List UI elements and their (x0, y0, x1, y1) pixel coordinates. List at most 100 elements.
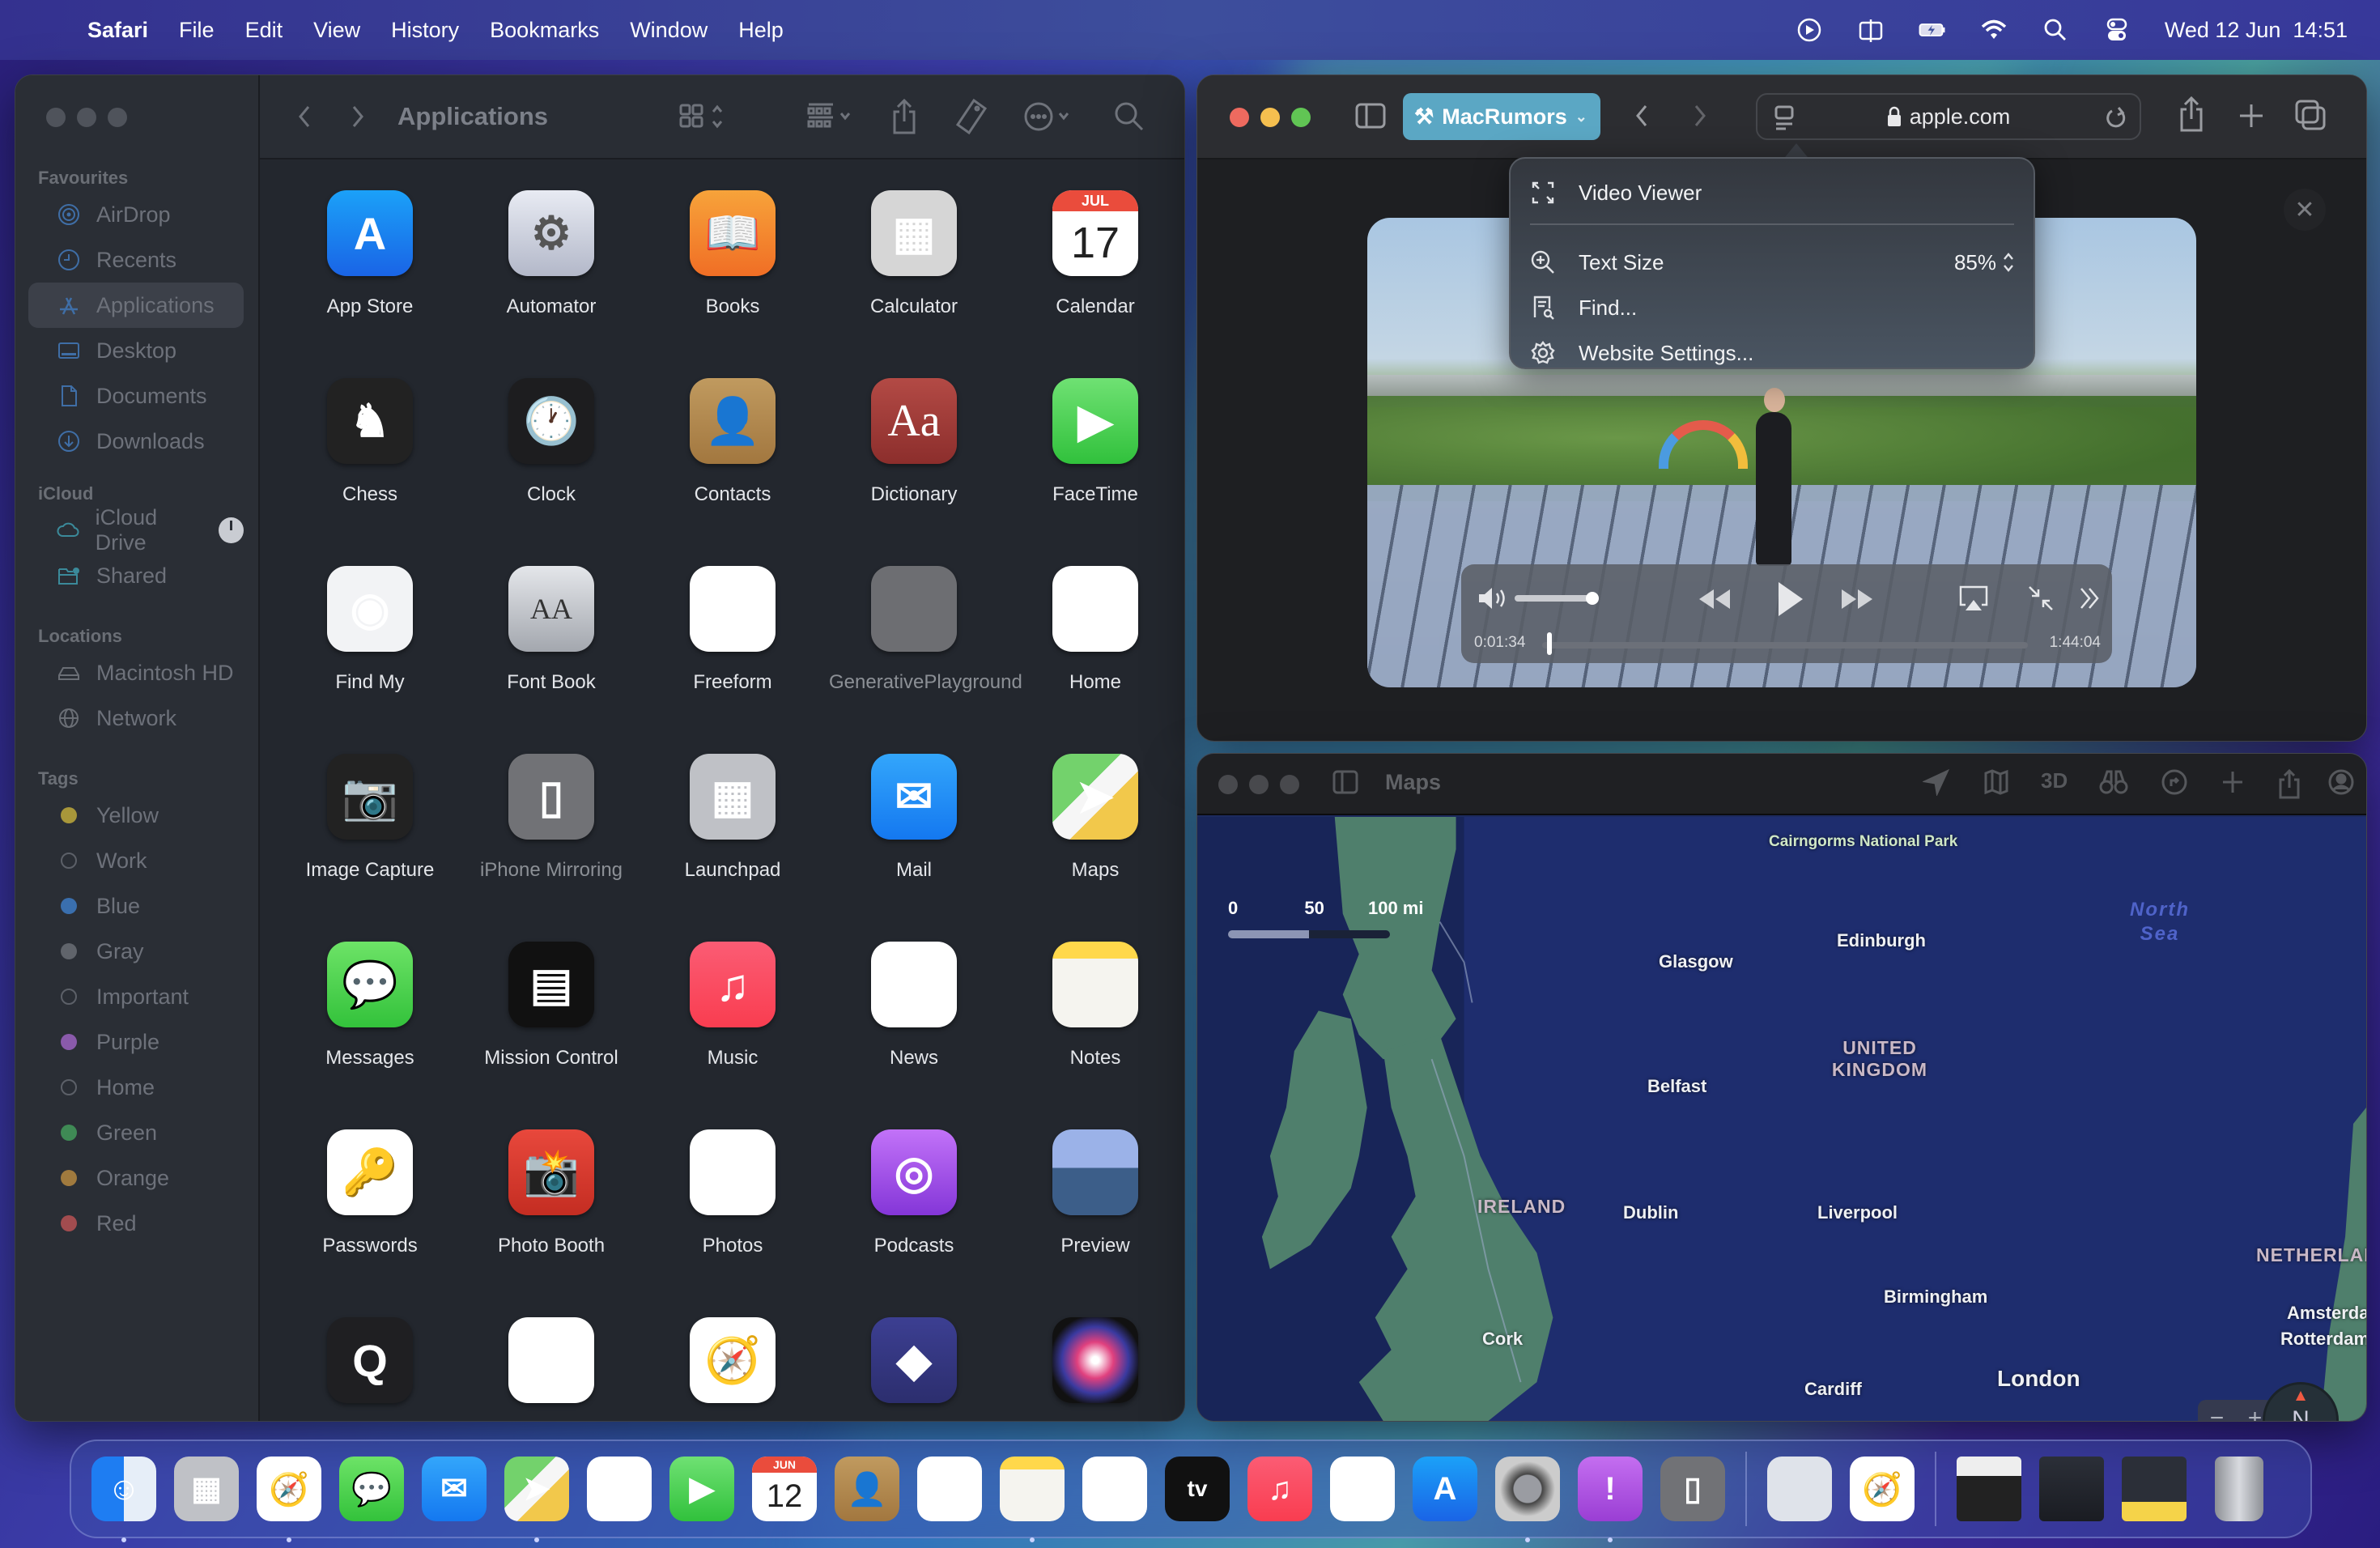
app-calendar[interactable]: JUL 17 Calendar (1005, 187, 1184, 375)
sidebar-item-recents[interactable]: Recents (28, 237, 244, 283)
back-button[interactable] (292, 100, 317, 133)
sidebar-toggle-button[interactable] (1332, 768, 1359, 796)
app-home[interactable]: ⌂ Home (1005, 563, 1184, 751)
dock-contacts[interactable]: 👤 (835, 1457, 899, 1521)
menu-help[interactable]: Help (738, 18, 784, 43)
account-button[interactable] (2327, 768, 2355, 796)
menu-view[interactable]: View (313, 18, 360, 43)
sidebar-tag-yellow[interactable]: Yellow (28, 793, 244, 838)
map-city-cork[interactable]: Cork (1482, 1329, 1523, 1350)
app-news[interactable]: N News (823, 938, 1005, 1126)
sidebar-tag-green[interactable]: Green (28, 1110, 244, 1155)
dock-stack-screenshots-2[interactable] (2039, 1457, 2104, 1521)
app-chess[interactable]: ♞ Chess (279, 375, 461, 563)
menu-history[interactable]: History (391, 18, 459, 43)
airplay-button[interactable] (1958, 584, 1989, 613)
minimize-button[interactable] (1260, 108, 1280, 127)
sidebar-toggle-button[interactable] (1354, 101, 1387, 130)
volume-button[interactable] (1477, 585, 1510, 611)
dock-maps[interactable]: ➤ (504, 1457, 569, 1542)
group-button[interactable] (805, 100, 859, 133)
battery-charging-icon[interactable] (1919, 16, 1946, 44)
dock-system-settings[interactable] (1495, 1457, 1560, 1542)
zoom-button[interactable] (1280, 775, 1299, 794)
app-find-my[interactable]: ◉ Find My (279, 563, 461, 751)
sidebar-item-applications[interactable]: Applications (28, 283, 244, 328)
app-calculator[interactable]: ▦ Calculator (823, 187, 1005, 375)
wifi-icon[interactable] (1980, 16, 2008, 44)
zoom-in-button[interactable]: + (2248, 1405, 2263, 1421)
map-city-liverpool[interactable]: Liverpool (1817, 1202, 1898, 1223)
app-photos[interactable]: ✿ Photos (642, 1126, 823, 1314)
sidebar-tag-blue[interactable]: Blue (28, 883, 244, 929)
control-center-icon[interactable] (2103, 16, 2131, 44)
app-font-book[interactable]: AA Font Book (461, 563, 642, 751)
menu-clock[interactable]: Wed 12 Jun 14:51 (2165, 18, 2348, 43)
app-quicktime-player[interactable]: Q (279, 1314, 461, 1421)
app-launchpad[interactable]: ▦ Launchpad (642, 751, 823, 938)
map-city-london[interactable]: London (1997, 1366, 2080, 1392)
sidebar-tag-work[interactable]: Work (28, 838, 244, 883)
map-city-glasgow[interactable]: Glasgow (1659, 951, 1733, 972)
app-notes[interactable]: Notes (1005, 938, 1184, 1126)
volume-slider-knob[interactable] (1586, 592, 1599, 605)
now-playing-icon[interactable] (1796, 16, 1823, 44)
app-podcasts[interactable]: ◎ Podcasts (823, 1126, 1005, 1314)
sidebar-tag-orange[interactable]: Orange (28, 1155, 244, 1201)
app-messages[interactable]: 💬 Messages (279, 938, 461, 1126)
app-safari[interactable]: 🧭 (642, 1314, 823, 1421)
minimize-button[interactable] (1249, 775, 1269, 794)
menu-item-website-settings[interactable]: Website Settings... (1530, 330, 2014, 376)
dock-stack-screenshots[interactable] (1957, 1457, 2021, 1521)
dock-music[interactable]: ♫ (1247, 1457, 1312, 1521)
sidebar-item-network[interactable]: Network (28, 695, 244, 741)
app-mission-control[interactable]: ▤ Mission Control (461, 938, 642, 1126)
sidebar-tag-home[interactable]: Home (28, 1065, 244, 1110)
menu-app-name[interactable]: Safari (87, 18, 148, 43)
minimize-button[interactable] (77, 108, 96, 127)
app-siri[interactable] (1005, 1314, 1184, 1421)
forward-button[interactable] (1688, 100, 1712, 132)
sidebar-tag-purple[interactable]: Purple (28, 1019, 244, 1065)
app-reminders[interactable]: ☰ (461, 1314, 642, 1421)
share-button[interactable] (2177, 95, 2206, 134)
dock-facetime[interactable]: ▶ (669, 1457, 734, 1521)
app-mail[interactable]: ✉ Mail (823, 751, 1005, 938)
app-iphone-mirroring[interactable]: ▯ iPhone Mirroring (461, 751, 642, 938)
close-button[interactable] (46, 108, 66, 127)
screen-mirroring-icon[interactable] (1857, 16, 1885, 44)
app-contacts[interactable]: 👤 Contacts (642, 375, 823, 563)
skip-forward-button[interactable] (1838, 587, 1876, 611)
tag-button[interactable] (953, 97, 988, 136)
dock-trash[interactable] (2215, 1457, 2263, 1521)
3d-button[interactable]: 3D (2041, 768, 2068, 793)
sidebar-item-macintosh-hd[interactable]: Macintosh HD (28, 650, 244, 695)
menu-item-text-size[interactable]: Text Size 85% (1530, 240, 2014, 285)
back-button[interactable] (1630, 100, 1654, 132)
dock-news[interactable]: N (1330, 1457, 1395, 1521)
new-tab-button[interactable] (2237, 101, 2266, 130)
sidebar-tag-important[interactable]: Important (28, 974, 244, 1019)
dock-photos[interactable]: ✿ (587, 1457, 652, 1521)
map-city-rotterdam[interactable]: Rotterdam (2280, 1329, 2366, 1350)
dock-app-store[interactable]: A (1413, 1457, 1477, 1521)
menu-item-find[interactable]: Find... (1530, 285, 2014, 330)
sidebar-tag-gray[interactable]: Gray (28, 929, 244, 974)
zoom-out-button[interactable]: − (2210, 1405, 2225, 1421)
scrubber-knob[interactable] (1547, 632, 1552, 655)
skip-back-button[interactable] (1696, 587, 1733, 611)
dock-safari-technology-preview[interactable]: 🧭 (1850, 1457, 1915, 1521)
sidebar-item-icloud-drive[interactable]: iCloud Drive (28, 505, 244, 555)
sidebar-tag-red[interactable]: Red (28, 1201, 244, 1246)
zoom-button[interactable] (108, 108, 127, 127)
share-button[interactable] (2277, 768, 2301, 801)
dock-tv[interactable]: tv (1165, 1457, 1230, 1521)
directions-button[interactable] (2161, 768, 2188, 796)
app-automator[interactable]: ⚙ Automator (461, 187, 642, 375)
play-button[interactable] (1774, 579, 1806, 619)
close-video-viewer-button[interactable]: ✕ (2284, 189, 2326, 231)
app-clock[interactable]: 🕐 Clock (461, 375, 642, 563)
dock-feedback-assistant[interactable]: ! (1578, 1457, 1643, 1542)
action-button[interactable] (1022, 99, 1076, 134)
dock-mail[interactable]: ✉ (422, 1457, 487, 1521)
